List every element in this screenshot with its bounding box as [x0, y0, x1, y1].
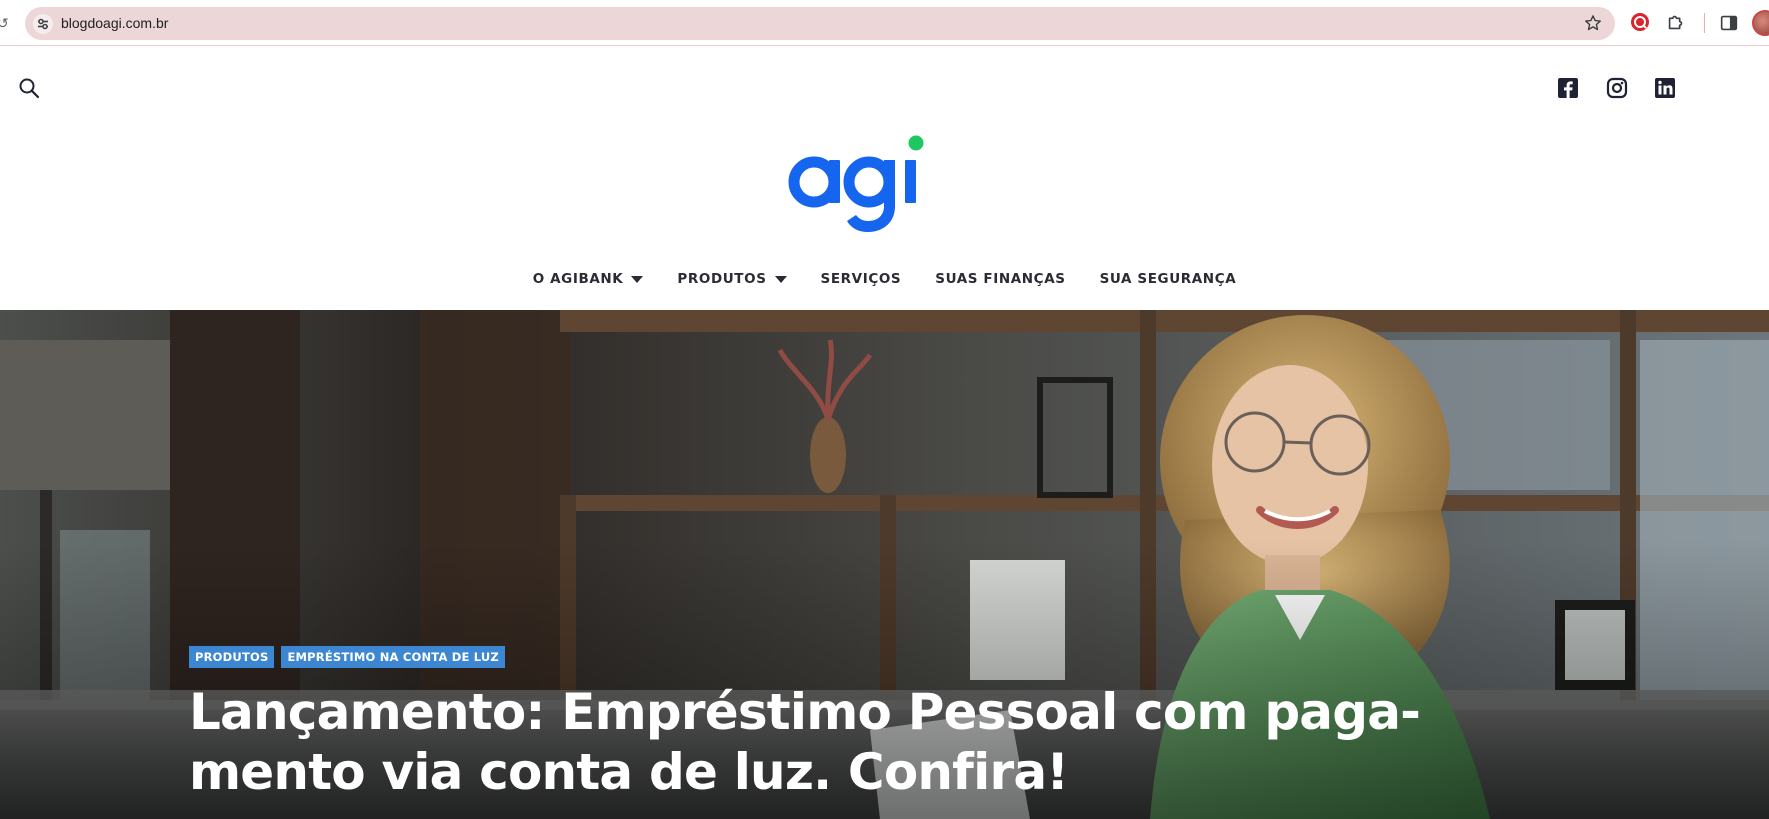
- nav-item-label: O AGIBANK: [532, 271, 624, 287]
- main-nav: O AGIBANK PRODUTOS SERVIÇOS SUAS FINANÇA…: [0, 264, 1769, 294]
- address-bar[interactable]: blogdoagi.com.br: [25, 7, 1615, 40]
- post-tags: PRODUTOS EMPRÉSTIMO NA CONTA DE LUZ: [189, 646, 505, 668]
- instagram-icon[interactable]: [1606, 77, 1628, 99]
- search-icon[interactable]: [17, 76, 41, 100]
- caret-down-icon: [631, 275, 644, 283]
- caret-down-icon: [774, 275, 787, 283]
- facebook-icon[interactable]: [1557, 77, 1579, 99]
- tag-produtos[interactable]: PRODUTOS: [189, 646, 275, 668]
- headline-line-1: Lançamento: Empréstimo Pessoal com paga-: [189, 683, 1421, 741]
- nav-item-label: SUA SEGURANÇA: [1099, 271, 1237, 287]
- url-text[interactable]: blogdoagi.com.br: [61, 7, 168, 40]
- nav-item-suas-financas[interactable]: SUAS FINANÇAS: [918, 264, 1082, 294]
- side-panel-icon[interactable]: [1718, 12, 1740, 34]
- reload-icon[interactable]: ↺: [0, 16, 9, 30]
- nav-item-servicos[interactable]: SERVIÇOS: [804, 264, 919, 294]
- nav-item-label: SERVIÇOS: [820, 271, 902, 287]
- nav-item-label: PRODUTOS: [677, 271, 767, 287]
- linkedin-icon[interactable]: [1654, 77, 1676, 99]
- site-header: agi O AGIBANK PRODUTOS SERVIÇOS SUAS FIN…: [0, 46, 1769, 310]
- nav-item-label: SUAS FINANÇAS: [935, 271, 1066, 287]
- agi-logo[interactable]: [782, 126, 932, 236]
- browser-toolbar: ↺ blogdoagi.com.br: [0, 0, 1769, 46]
- site-settings-icon[interactable]: [33, 14, 53, 34]
- tag-emprestimo-na-conta-de-luz[interactable]: EMPRÉSTIMO NA CONTA DE LUZ: [281, 646, 505, 668]
- toolbar-divider: [1704, 13, 1705, 33]
- post-headline[interactable]: Lançamento: Empréstimo Pessoal com paga-…: [189, 682, 1429, 802]
- hero-featured-post[interactable]: PRODUTOS EMPRÉSTIMO NA CONTA DE LUZ Lanç…: [0, 310, 1769, 819]
- profile-avatar[interactable]: [1752, 10, 1769, 36]
- bookmark-star-icon[interactable]: [1583, 13, 1603, 33]
- nav-item-produtos[interactable]: PRODUTOS: [660, 264, 803, 294]
- nav-item-o-agibank[interactable]: O AGIBANK: [516, 264, 661, 294]
- nav-item-sua-seguranca[interactable]: SUA SEGURANÇA: [1083, 264, 1254, 294]
- extensions-puzzle-icon[interactable]: [1665, 11, 1687, 33]
- extension-red-icon[interactable]: [1630, 12, 1650, 32]
- headline-line-2: mento via conta de luz. Confira!: [189, 743, 1069, 801]
